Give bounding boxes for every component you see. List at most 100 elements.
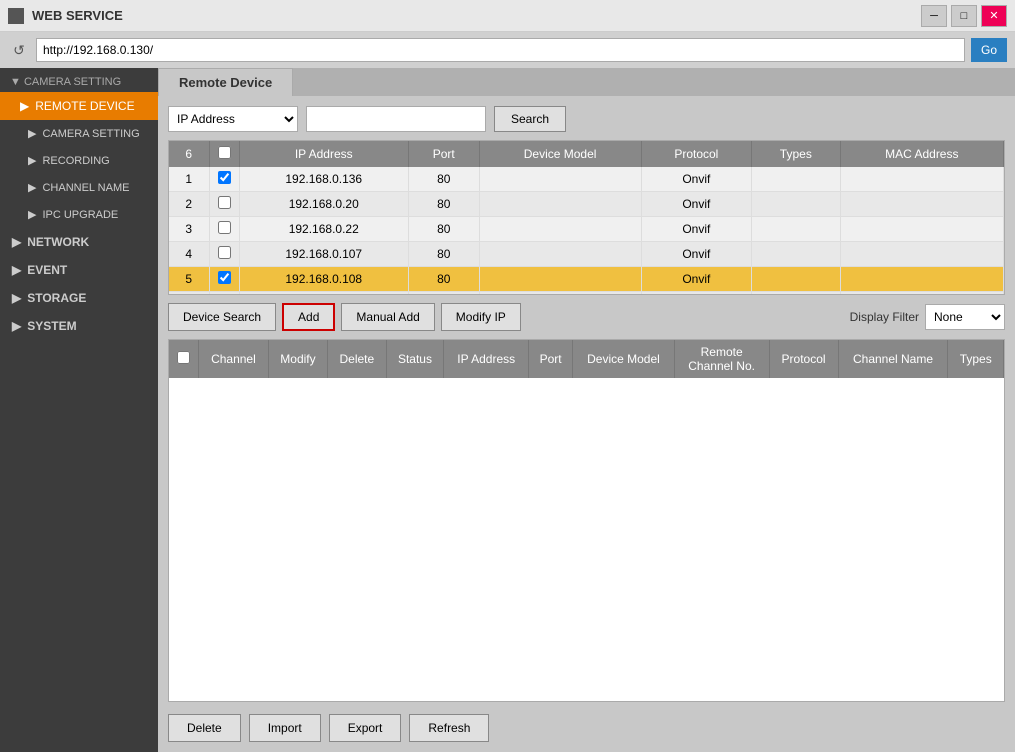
row-protocol: Onvif [641, 167, 751, 192]
row-checkbox-cell[interactable] [209, 167, 239, 192]
arrow-right-icon: ▶ [12, 319, 21, 333]
app-title: WEB SERVICE [32, 8, 921, 23]
add-button[interactable]: Add [282, 303, 335, 331]
col-protocol: Protocol [641, 141, 751, 167]
row-num: 5 [169, 267, 209, 292]
row-model [479, 292, 641, 296]
row-checkbox-cell[interactable] [209, 267, 239, 292]
row-types [752, 242, 841, 267]
display-filter-dropdown[interactable]: None All Added Not Added [925, 304, 1005, 330]
restore-button[interactable]: □ [951, 5, 977, 27]
row-types [752, 267, 841, 292]
device-search-button[interactable]: Device Search [168, 303, 276, 331]
row-num: 2 [169, 192, 209, 217]
bottom-row: Delete Import Export Refresh [168, 714, 1005, 742]
sidebar-item-network[interactable]: ▶ NETWORK [0, 228, 158, 256]
select-all-checkbox[interactable] [218, 146, 231, 159]
col-mac: MAC Address [840, 141, 1003, 167]
row-num: 3 [169, 217, 209, 242]
row-ip: 192.168.0.20 [239, 192, 408, 217]
export-button[interactable]: Export [329, 714, 402, 742]
table-row: 3 192.168.0.22 80 Onvif [169, 217, 1004, 242]
minimize-button[interactable]: ─ [921, 5, 947, 27]
row-mac [840, 192, 1003, 217]
arrow-right-icon: ▶ [12, 263, 21, 277]
sidebar-camera-setting-header[interactable]: ▼ CAMERA SETTING [0, 68, 158, 92]
row-protocol: Onvif [641, 267, 751, 292]
row-checkbox[interactable] [218, 171, 231, 184]
sidebar-item-camera-setting[interactable]: ▶ CAMERA SETTING [0, 120, 158, 147]
row-protocol: Onvif [641, 192, 751, 217]
sidebar: ▼ CAMERA SETTING ▶ REMOTE DEVICE ▶ CAMER… [0, 68, 158, 752]
row-num: 6 [169, 292, 209, 296]
row-checkbox[interactable] [218, 221, 231, 234]
row-num: 4 [169, 242, 209, 267]
row-checkbox[interactable] [218, 271, 231, 284]
delete-button[interactable]: Delete [168, 714, 241, 742]
sidebar-item-event[interactable]: ▶ EVENT [0, 256, 158, 284]
ch-col-channel: Channel [199, 340, 269, 378]
row-checkbox-cell[interactable] [209, 192, 239, 217]
arrow-icon: ▶ [28, 208, 36, 221]
arrow-icon: ▶ [20, 99, 29, 113]
row-mac [840, 242, 1003, 267]
table-row: 2 192.168.0.20 80 Onvif [169, 192, 1004, 217]
row-checkbox-cell[interactable] [209, 217, 239, 242]
arrow-icon: ▶ [28, 154, 36, 167]
col-check [209, 141, 239, 167]
modify-ip-button[interactable]: Modify IP [441, 303, 521, 331]
row-port: 80 [408, 192, 479, 217]
close-button[interactable]: ✕ [981, 5, 1007, 27]
row-checkbox[interactable] [218, 196, 231, 209]
row-types [752, 167, 841, 192]
row-model [479, 167, 641, 192]
import-button[interactable]: Import [249, 714, 321, 742]
ch-select-all-checkbox[interactable] [177, 351, 190, 364]
device-table: 6 IP Address Port Device Model Protocol … [169, 141, 1004, 295]
content-inner: IP Address Device Model MAC Address Sear… [158, 96, 1015, 752]
ch-col-ip: IP Address [444, 340, 529, 378]
row-checkbox-cell[interactable] [209, 242, 239, 267]
sidebar-item-remote-device[interactable]: ▶ REMOTE DEVICE [0, 92, 158, 120]
row-protocol: Onvif [641, 217, 751, 242]
ch-col-remote-ch: RemoteChannel No. [674, 340, 769, 378]
row-port: 80 [408, 217, 479, 242]
tab-remote-device[interactable]: Remote Device [158, 68, 293, 96]
search-type-dropdown[interactable]: IP Address Device Model MAC Address [168, 106, 298, 132]
ch-col-delete: Delete [328, 340, 387, 378]
refresh-browser-button[interactable]: ↺ [8, 39, 30, 61]
tab-header: Remote Device [158, 68, 1015, 96]
display-filter-group: Display Filter None All Added Not Added [850, 304, 1005, 330]
manual-add-button[interactable]: Manual Add [341, 303, 434, 331]
row-ip: 192.168.0.183 [239, 292, 408, 296]
row-model [479, 217, 641, 242]
search-button[interactable]: Search [494, 106, 566, 132]
col-ip: IP Address [239, 141, 408, 167]
window-controls: ─ □ ✕ [921, 5, 1007, 27]
row-ip: 192.168.0.108 [239, 267, 408, 292]
row-model [479, 242, 641, 267]
channel-table: Channel Modify Delete Status IP Address … [169, 340, 1004, 378]
action-row: Device Search Add Manual Add Modify IP D… [168, 303, 1005, 331]
sidebar-item-storage[interactable]: ▶ STORAGE [0, 284, 158, 312]
search-row: IP Address Device Model MAC Address Sear… [168, 106, 1005, 132]
row-ip: 192.168.0.107 [239, 242, 408, 267]
titlebar: WEB SERVICE ─ □ ✕ [0, 0, 1015, 32]
channel-table-container: Channel Modify Delete Status IP Address … [168, 339, 1005, 702]
arrow-icon: ▶ [28, 127, 36, 140]
search-text-input[interactable] [306, 106, 486, 132]
address-input[interactable] [36, 38, 965, 62]
sidebar-item-channel-name[interactable]: ▶ CHANNEL NAME [0, 174, 158, 201]
refresh-button[interactable]: Refresh [409, 714, 489, 742]
arrow-right-icon: ▶ [12, 291, 21, 305]
row-checkbox[interactable] [218, 246, 231, 259]
ch-col-status: Status [386, 340, 444, 378]
row-ip: 192.168.0.136 [239, 167, 408, 192]
sidebar-item-system[interactable]: ▶ SYSTEM [0, 312, 158, 340]
sidebar-item-ipc-upgrade[interactable]: ▶ IPC UPGRADE [0, 201, 158, 228]
sidebar-item-recording[interactable]: ▶ RECORDING [0, 147, 158, 174]
row-checkbox-cell[interactable] [209, 292, 239, 296]
main-layout: ▼ CAMERA SETTING ▶ REMOTE DEVICE ▶ CAMER… [0, 68, 1015, 752]
go-button[interactable]: Go [971, 38, 1007, 62]
table-row: 4 192.168.0.107 80 Onvif [169, 242, 1004, 267]
